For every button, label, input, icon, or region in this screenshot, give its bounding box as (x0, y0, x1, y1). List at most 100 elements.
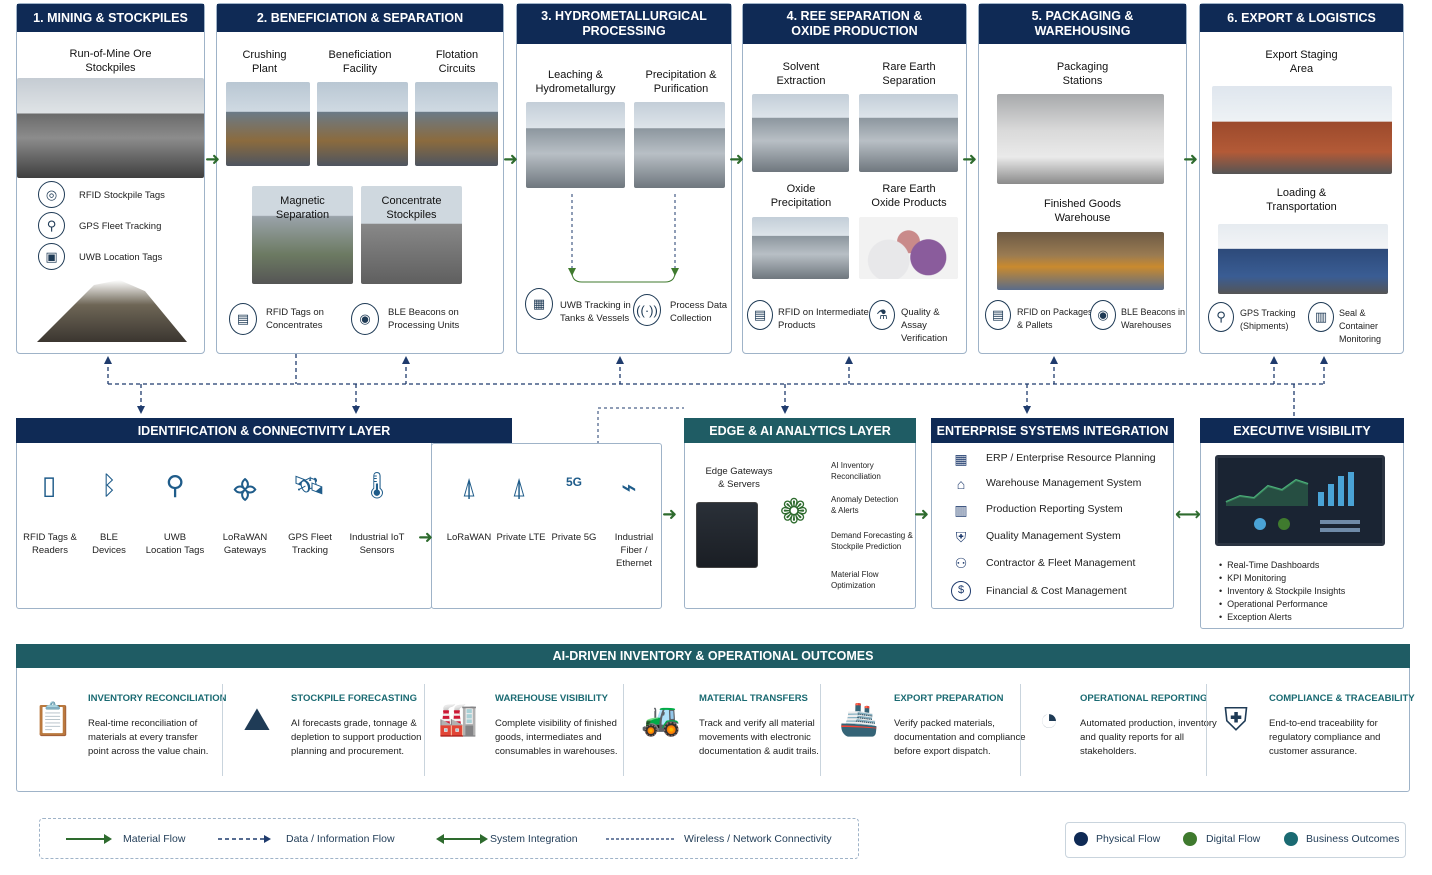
oxide-precip-image (752, 217, 849, 279)
material-flow-arrow: ➜ (729, 149, 745, 169)
uwb-tracking-icon: ▦ (525, 288, 553, 320)
rfid-reader-icon: ▯ (41, 470, 57, 500)
legend-system-integration: System Integration (490, 833, 578, 845)
network-link (597, 407, 684, 444)
legend-wireless: Wireless / Network Connectivity (684, 833, 832, 845)
rfid-tag-icon: ◎ (38, 181, 65, 208)
warehouse-icon: ⌂ (956, 476, 966, 492)
people-icon: ⚇ (954, 555, 968, 571)
leaching-image (526, 102, 625, 188)
thermometer-icon: 🌡 (360, 470, 394, 500)
crushing-image (226, 82, 310, 166)
loading-label: Loading & Transportation (1266, 187, 1337, 213)
packaging-label: Packaging Stations (1056, 61, 1109, 87)
tag-label: RFID on Packages & Pallets (1017, 307, 1093, 330)
tag-label: Seal & Container Monitoring (1339, 308, 1382, 344)
network-label: Private 5G (551, 532, 597, 543)
identification-layer (16, 418, 432, 609)
enterprise-title: ENTERPRISE SYSTEMS INTEGRATION (931, 418, 1174, 443)
ble-beacon-icon: ◉ (351, 303, 379, 335)
outcome-text: End-to-end traceability for regulatory c… (1269, 718, 1381, 757)
stage-export: 6. EXPORT & LOGISTICS Export Staging Are… (1199, 3, 1404, 354)
device-label: Industrial IoT Sensors (349, 532, 405, 556)
oxide-precip-label: Oxide Precipitation (770, 183, 832, 209)
export-staging-image (1212, 86, 1392, 174)
edge-gateway-label: Edge Gateways & Servers (705, 466, 773, 490)
bluetooth-icon: ᛒ (101, 470, 117, 500)
ore-pile-image (37, 280, 187, 342)
outcome-title: STOCKPILE FORECASTING (291, 693, 417, 704)
rfid-tag-icon: ▤ (985, 300, 1011, 330)
outcome-title: COMPLIANCE & TRACEABILITY (1269, 693, 1415, 704)
stage-title: 6. EXPORT & LOGISTICS (1200, 4, 1403, 32)
warehouse-image (997, 232, 1164, 290)
edge-title: EDGE & AI ANALYTICS LAYER (684, 418, 916, 443)
tag-label: GPS Tracking (Shipments) (1240, 308, 1296, 331)
executive-title: EXECUTIVE VISIBILITY (1200, 418, 1404, 443)
material-flow-arrow: ➜ (1183, 149, 1199, 169)
pie-chart-icon: ◔ (1039, 701, 1059, 737)
flotation-label: Flotation Circuits (435, 49, 479, 75)
beneficiation-label: Beneficiation Facility (328, 49, 392, 75)
tag-label: Process Data Collection (670, 300, 728, 324)
uwb-tag-icon: ▣ (38, 243, 65, 270)
ai-brain-icon: ❁ (779, 493, 809, 531)
legend-physical: Physical Flow (1096, 833, 1161, 845)
tag-label: UWB Tracking in Tanks & Vessels (560, 300, 631, 324)
outcome-text: Verify packed materials, documentation a… (894, 718, 1026, 757)
outcome-text: Track and verify all material movements … (699, 718, 819, 757)
outcome-title: EXPORT PREPARATION (894, 693, 1004, 704)
signal-icon: ((·)) (633, 294, 661, 326)
erp-item: Production Reporting System (986, 503, 1123, 515)
5g-icon: 5G (565, 475, 582, 489)
leaching-label: Leaching & Hydrometallurgy (535, 69, 616, 95)
flotation-image (415, 82, 498, 166)
divider (424, 684, 425, 776)
legend-dot-digital (1183, 832, 1197, 846)
device-label: LoRaWAN Gateways (222, 532, 268, 556)
tag-label: RFID Stockpile Tags (79, 190, 165, 201)
outcome-title: WAREHOUSE VISIBILITY (495, 693, 608, 704)
material-flow-arrow: ➜ (914, 504, 930, 524)
ble-beacon-icon: ◉ (1090, 300, 1116, 330)
assay-icon: ⚗ (869, 300, 895, 330)
satellite-icon: 🛰 (292, 470, 326, 500)
exec-item: • Operational Performance (1219, 599, 1328, 609)
network-panel (431, 443, 662, 609)
stage-ree-separation: 4. REE SEPARATION & OXIDE PRODUCTION Sol… (742, 3, 967, 354)
device-label: RFID Tags & Readers (23, 532, 77, 556)
crushing-label: Crushing Plant (242, 49, 287, 75)
device-label: GPS Fleet Tracking (288, 532, 332, 556)
stage-title: 5. PACKAGING & WAREHOUSING (979, 4, 1186, 44)
gps-pin-icon: ⚲ (1208, 302, 1234, 332)
outcome-text: Automated production, inventory and qual… (1080, 718, 1217, 757)
dashboard-chart-icon (1225, 472, 1360, 532)
clipboard-check-icon: 📋 (33, 701, 73, 737)
tag-label: Quality & Assay Verification (901, 307, 948, 344)
exec-item: • Exception Alerts (1219, 612, 1292, 622)
packaging-image (997, 94, 1164, 184)
lte-tower-icon: ⍋ (511, 472, 527, 502)
erp-item: Quality Management System (986, 530, 1121, 542)
transport-image (1218, 224, 1388, 294)
legend-dot-outcomes (1284, 832, 1298, 846)
tag-label: RFID Tags on Concentrates (266, 307, 324, 331)
exec-item: • KPI Monitoring (1219, 573, 1287, 583)
rfid-tag-icon: ▤ (747, 300, 773, 330)
stage-title: 1. MINING & STOCKPILES (17, 4, 204, 32)
network-label: LoRaWAN (446, 532, 492, 543)
magnetic-label: Magnetic Separation (275, 195, 330, 221)
material-flow-arrow: ➜ (205, 149, 221, 169)
ai-item: Demand Forecasting & Stockpile Predictio… (831, 531, 913, 551)
tag-label: BLE Beacons in Warehouses (1121, 307, 1186, 330)
device-label: UWB Location Tags (145, 532, 205, 556)
oxide-products-label: Rare Earth Oxide Products (871, 183, 947, 209)
erp-item: Warehouse Management System (986, 477, 1142, 489)
oxide-powder-image (859, 217, 958, 279)
stage-title: 3. HYDROMETALLURGICAL PROCESSING (517, 4, 731, 44)
precipitation-image (634, 102, 725, 188)
outcome-text: Real-time reconciliation of materials at… (88, 718, 209, 757)
mountain-pile-icon: ⛰ (243, 701, 271, 737)
connectivity-arrow: ➜ (418, 527, 434, 547)
server-rack-icon (696, 502, 758, 568)
